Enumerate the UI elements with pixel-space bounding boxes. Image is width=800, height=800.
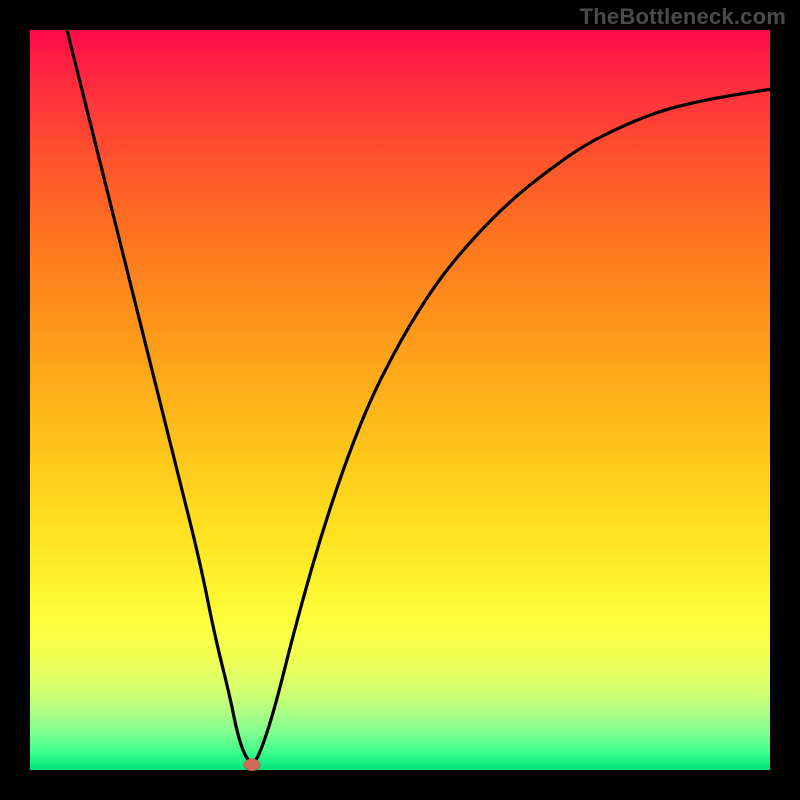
bottleneck-curve-svg (30, 30, 770, 770)
watermark-text: TheBottleneck.com (580, 4, 786, 30)
chart-frame: TheBottleneck.com (0, 0, 800, 800)
plot-gradient-background (30, 30, 770, 770)
optimal-point-marker (244, 759, 260, 771)
bottleneck-curve-path (67, 30, 770, 762)
